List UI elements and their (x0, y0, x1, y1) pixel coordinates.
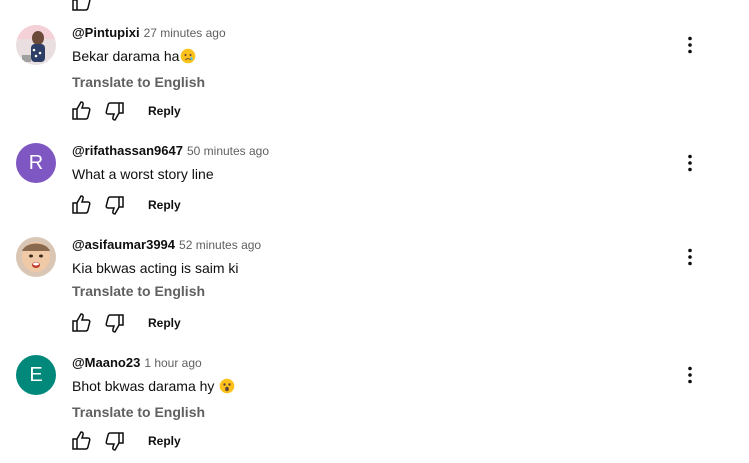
comment-author[interactable]: @Pintupixi (72, 25, 140, 40)
avatar[interactable]: R (16, 143, 56, 183)
thumbs-down-icon[interactable] (102, 193, 126, 217)
comment-text: Bhot bkwas darama hy (72, 376, 672, 399)
reply-button[interactable]: Reply (148, 104, 181, 118)
avatar[interactable]: E (16, 355, 56, 395)
comment-actions: Reply (70, 429, 181, 453)
avatar[interactable] (16, 237, 56, 277)
comment-actions: Reply (70, 99, 181, 123)
thumbs-up-icon[interactable] (70, 0, 94, 14)
comment-author[interactable]: @rifathassan9647 (72, 143, 183, 158)
translate-link[interactable]: Translate to English (72, 403, 672, 421)
thumbs-down-icon[interactable] (102, 429, 126, 453)
comment-actions: Reply (70, 193, 181, 217)
comment-text-content: Bekar darama ha (72, 48, 180, 64)
comment-body: @Maano23 1 hour ago Bhot bkwas darama hy… (72, 355, 672, 421)
comment-text: Kia bkwas acting is saim ki (72, 260, 239, 276)
comment-time[interactable]: 1 hour ago (144, 356, 201, 370)
more-vertical-icon[interactable] (678, 33, 702, 57)
comments-section: @Pintupixi 27 minutes ago Bekar darama h… (0, 0, 749, 463)
comment-text: What a worst story line (72, 166, 214, 182)
avatar[interactable] (16, 25, 56, 65)
comment-body: @Pintupixi 27 minutes ago Bekar darama h… (72, 25, 672, 91)
comment-time[interactable]: 27 minutes ago (144, 26, 226, 40)
comment-text-content: Bhot bkwas darama hy (72, 378, 215, 394)
previous-comment-actions (70, 0, 94, 14)
avatar-letter: E (29, 363, 43, 386)
comment-body: @rifathassan9647 50 minutes ago What a w… (72, 143, 672, 184)
comment-time[interactable]: 50 minutes ago (187, 144, 269, 158)
thumbs-up-icon[interactable] (70, 429, 94, 453)
translate-link[interactable]: Translate to English (72, 73, 672, 91)
thumbs-up-icon[interactable] (70, 311, 94, 335)
comment-actions: Reply (70, 311, 181, 335)
comment-header: @rifathassan9647 50 minutes ago (72, 143, 672, 161)
comment-body: @asifaumar3994 52 minutes ago Kia bkwas … (72, 237, 672, 300)
comment-header: @asifaumar3994 52 minutes ago (72, 237, 672, 255)
astonished-face-emoji (219, 378, 235, 399)
comment-header: @Maano23 1 hour ago (72, 355, 672, 373)
reply-button[interactable]: Reply (148, 198, 181, 212)
comment-author[interactable]: @Maano23 (72, 355, 140, 370)
more-vertical-icon[interactable] (678, 151, 702, 175)
translate-link[interactable]: Translate to English (72, 282, 672, 300)
crying-face-emoji (180, 48, 196, 69)
thumbs-down-icon[interactable] (102, 311, 126, 335)
more-vertical-icon[interactable] (678, 245, 702, 269)
thumbs-up-icon[interactable] (70, 193, 94, 217)
more-vertical-icon[interactable] (678, 363, 702, 387)
comment-author[interactable]: @asifaumar3994 (72, 237, 175, 252)
comment-text: Bekar darama ha (72, 46, 672, 69)
reply-button[interactable]: Reply (148, 316, 181, 330)
comment-header: @Pintupixi 27 minutes ago (72, 25, 672, 43)
reply-button[interactable]: Reply (148, 434, 181, 448)
avatar-letter: R (28, 151, 44, 174)
comment-time[interactable]: 52 minutes ago (179, 238, 261, 252)
thumbs-down-icon[interactable] (102, 99, 126, 123)
thumbs-up-icon[interactable] (70, 99, 94, 123)
